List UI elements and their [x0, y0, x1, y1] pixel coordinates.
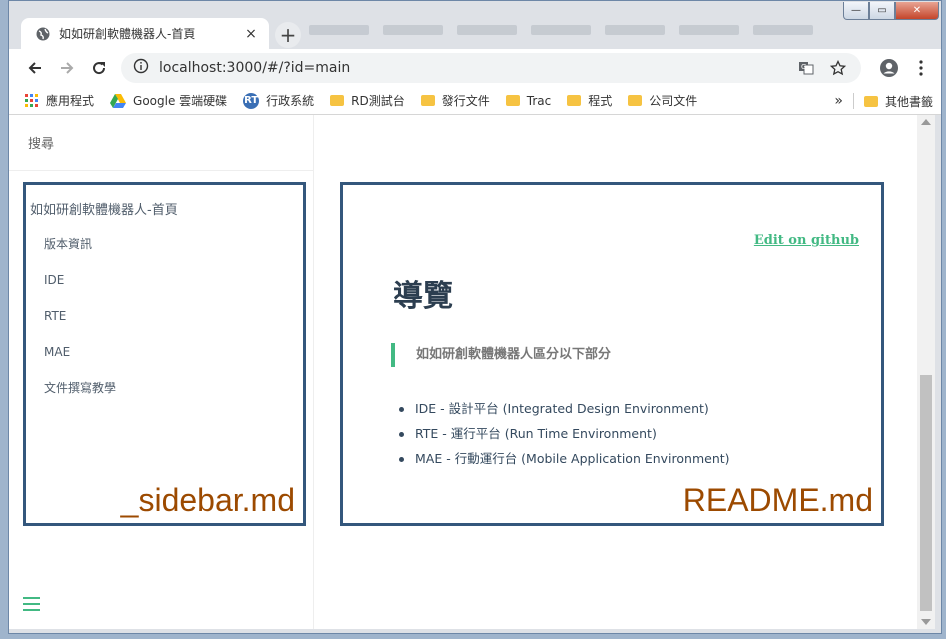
bookmarks-overflow-button[interactable]: » [834, 93, 843, 109]
bookmark-apps[interactable]: 應用程式 [25, 92, 94, 109]
back-arrow-icon[interactable] [19, 52, 51, 84]
url-text[interactable]: localhost:3000/#/?id=main [159, 60, 785, 76]
bookmark-label: Google 雲端硬碟 [133, 94, 228, 108]
content-annotation-frame: Edit on github 導覽 如如研創軟體機器人區分以下部分 IDE - … [340, 182, 884, 526]
browser-window: 如如研創軟體機器人-首頁 × + — ▭ ✕ localhost:3000/#/… [8, 0, 942, 634]
scroll-up-arrow-icon[interactable] [921, 119, 931, 125]
component-list: IDE - 設計平台 (Integrated Design Environmen… [397, 399, 730, 474]
sidebar-item-doc-tutorial[interactable]: 文件撰寫教學 [44, 378, 116, 414]
background-tabs [309, 25, 813, 35]
maximize-button[interactable]: ▭ [869, 2, 895, 20]
bookmark-label: 發行文件 [441, 94, 490, 108]
browser-toolbar: localhost:3000/#/?id=main G [9, 49, 941, 87]
folder-icon [628, 95, 643, 106]
account-icon[interactable] [875, 54, 903, 82]
list-item: RTE - 運行平台 (Run Time Environment) [397, 424, 730, 449]
bookmark-star-icon[interactable] [827, 57, 849, 79]
edit-on-github-link[interactable]: Edit on github [754, 233, 859, 248]
sidebar-title[interactable]: 如如研創軟體機器人-首頁 [30, 199, 178, 218]
folder-icon [420, 95, 435, 106]
bookmark-label: 行政系統 [266, 94, 315, 108]
sidebar-item-ide[interactable]: IDE [44, 270, 116, 306]
folder-icon [505, 95, 520, 106]
window-controls: — ▭ ✕ [843, 2, 939, 20]
google-drive-icon [110, 93, 127, 108]
hamburger-menu-icon[interactable] [23, 597, 40, 615]
svg-text:G: G [801, 63, 806, 71]
page-viewport: 搜尋 如如研創軟體機器人-首頁 版本資訊 IDE RTE MAE 文件撰寫教學 … [9, 115, 917, 629]
new-tab-button[interactable]: + [275, 22, 301, 48]
address-bar[interactable]: localhost:3000/#/?id=main G [121, 53, 861, 83]
bookmark-other[interactable]: 其他書籤 [863, 93, 933, 110]
tab-strip: 如如研創軟體機器人-首頁 × + — ▭ ✕ [9, 1, 941, 49]
scroll-down-arrow-icon[interactable] [921, 619, 931, 625]
bookmark-google-drive[interactable]: Google 雲端硬碟 [110, 92, 227, 109]
list-item: IDE - 設計平台 (Integrated Design Environmen… [397, 399, 730, 424]
minimize-button[interactable]: — [843, 2, 869, 20]
menu-kebab-icon[interactable] [907, 54, 935, 82]
tab-close-icon[interactable]: × [243, 26, 259, 42]
bookmarks-right: » 其他書籤 [834, 87, 941, 115]
info-icon[interactable] [133, 58, 149, 78]
toolbar-right [875, 54, 935, 82]
bookmark-trac[interactable]: Trac [505, 93, 552, 108]
divider [852, 93, 854, 109]
sidebar: 搜尋 如如研創軟體機器人-首頁 版本資訊 IDE RTE MAE 文件撰寫教學 … [9, 115, 314, 629]
scroll-thumb[interactable] [920, 375, 932, 611]
bookmark-label: RD測試台 [351, 94, 405, 108]
bookmark-admin[interactable]: RT 行政系統 [243, 92, 314, 109]
bookmark-label: 公司文件 [649, 94, 698, 108]
blockquote: 如如研創軟體機器人區分以下部分 [391, 343, 611, 367]
sidebar-nav: 版本資訊 IDE RTE MAE 文件撰寫教學 [44, 234, 116, 414]
search-input[interactable]: 搜尋 [9, 115, 313, 171]
bookmark-rd[interactable]: RD測試台 [330, 92, 405, 109]
reload-icon[interactable] [83, 52, 115, 84]
tab-active[interactable]: 如如研創軟體機器人-首頁 × [21, 18, 269, 49]
sidebar-item-mae[interactable]: MAE [44, 342, 116, 378]
content-file-label: README.md [682, 482, 873, 518]
bookmark-label: 程式 [588, 94, 613, 108]
bookmark-label: Trac [526, 93, 552, 108]
apps-grid-icon [25, 93, 39, 108]
bookmark-programs[interactable]: 程式 [567, 92, 612, 109]
folder-icon [330, 95, 345, 106]
bookmark-label: 其他書籤 [884, 94, 933, 109]
bookmark-label: 應用程式 [46, 94, 95, 108]
sidebar-item-rte[interactable]: RTE [44, 306, 116, 342]
folder-icon [863, 95, 878, 107]
list-item: MAE - 行動運行台 (Mobile Application Environm… [397, 449, 730, 474]
bookmark-company-docs[interactable]: 公司文件 [628, 92, 697, 109]
bookmarks-bar: 應用程式 Google 雲端硬碟 RT 行政系統 RD測試台 發行文件 Trac… [9, 87, 941, 115]
forward-arrow-icon[interactable] [51, 52, 83, 84]
bookmark-release-docs[interactable]: 發行文件 [420, 92, 490, 109]
rt-icon: RT [243, 92, 260, 109]
translate-icon[interactable]: G [795, 57, 817, 79]
sidebar-file-label: _sidebar.md [120, 482, 295, 518]
sidebar-item-version-info[interactable]: 版本資訊 [44, 234, 116, 270]
page-heading: 導覽 [393, 279, 453, 314]
globe-icon [35, 26, 51, 42]
close-window-button[interactable]: ✕ [895, 2, 939, 20]
tab-title: 如如研創軟體機器人-首頁 [59, 27, 196, 41]
folder-icon [567, 95, 582, 106]
sidebar-annotation-frame: 如如研創軟體機器人-首頁 版本資訊 IDE RTE MAE 文件撰寫教學 _si… [23, 182, 306, 526]
vertical-scrollbar[interactable] [917, 115, 935, 629]
